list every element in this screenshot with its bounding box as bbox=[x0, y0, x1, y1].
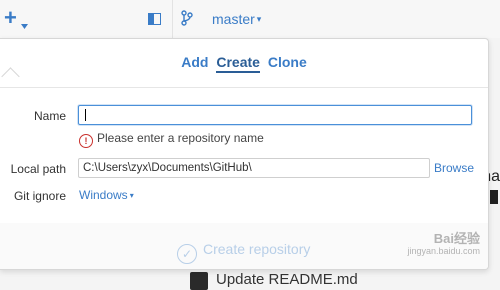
local-path-label: Local path bbox=[10, 162, 66, 176]
name-label: Name bbox=[33, 109, 66, 123]
watermark-url: jingyan.baidu.com bbox=[407, 246, 480, 256]
background-commit-row: Update README.md bbox=[190, 268, 500, 290]
browse-button[interactable]: Browse bbox=[434, 161, 474, 175]
validation-error: ! Please enter a repository name bbox=[79, 131, 264, 148]
divider bbox=[0, 87, 488, 88]
branch-icon bbox=[181, 10, 193, 26]
branch-selector[interactable]: master ▾ bbox=[212, 11, 261, 27]
error-icon: ! bbox=[79, 134, 93, 148]
top-toolbar: + master ▾ bbox=[0, 0, 500, 38]
avatar bbox=[190, 272, 208, 290]
background-thumbnail bbox=[490, 190, 498, 204]
tab-create[interactable]: Create bbox=[216, 54, 260, 73]
gitignore-value: Windows bbox=[79, 188, 128, 202]
sidebar-toggle-icon[interactable] bbox=[148, 13, 161, 25]
text-cursor bbox=[85, 109, 86, 121]
check-circle-icon: ✓ bbox=[177, 244, 197, 264]
watermark-text: Bai经验 bbox=[433, 231, 480, 246]
repo-list-header: + bbox=[0, 0, 173, 38]
error-text: Please enter a repository name bbox=[97, 131, 264, 145]
add-repository-menu[interactable]: + bbox=[4, 5, 30, 30]
chevron-down-icon: ▾ bbox=[256, 14, 262, 24]
create-button-label: Create repository bbox=[203, 241, 311, 257]
watermark: Bai经验 jingyan.baidu.com bbox=[407, 231, 480, 257]
plus-icon: + bbox=[4, 5, 17, 30]
chevron-down-icon bbox=[21, 16, 28, 34]
gitignore-dropdown[interactable]: Windows ▾ bbox=[79, 188, 134, 202]
gitignore-label: Git ignore bbox=[13, 189, 66, 203]
repository-name-input[interactable] bbox=[78, 105, 472, 125]
create-repository-popover: Add Create Clone Name ! Please enter a re… bbox=[0, 38, 489, 270]
chevron-down-icon: ▾ bbox=[129, 191, 134, 200]
tab-add[interactable]: Add bbox=[181, 54, 208, 71]
popover-tabs: Add Create Clone bbox=[0, 54, 488, 73]
tab-clone[interactable]: Clone bbox=[268, 54, 307, 71]
local-path-input[interactable]: C:\Users\zyx\Documents\GitHub\ bbox=[78, 158, 430, 178]
commit-message: Update README.md bbox=[216, 271, 358, 288]
branch-name: master bbox=[212, 11, 255, 27]
create-repository-button[interactable]: ✓ Create repository bbox=[177, 241, 310, 264]
